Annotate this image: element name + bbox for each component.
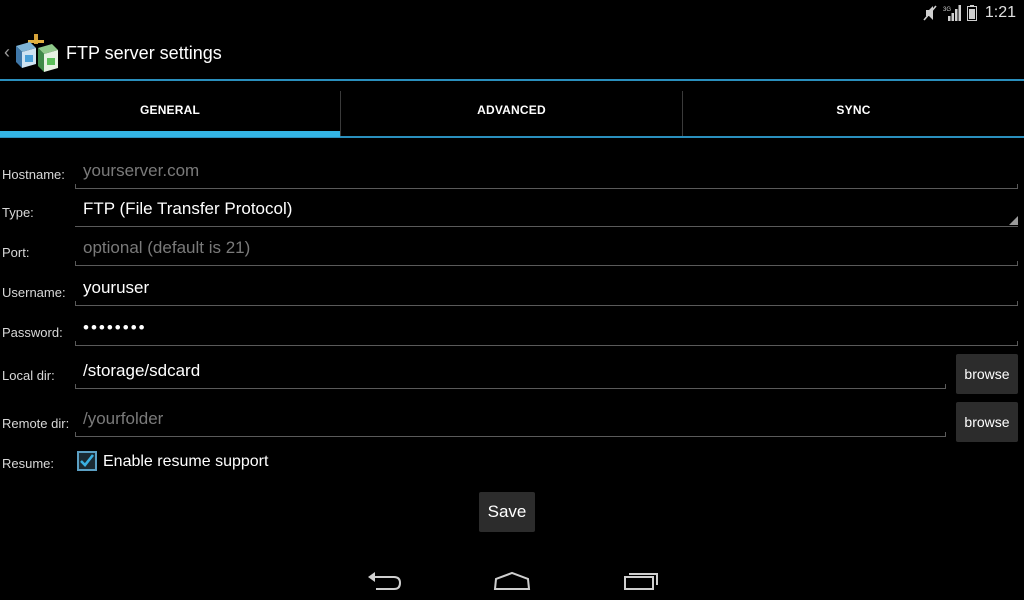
resume-checkbox[interactable]: [77, 451, 97, 471]
field-underline: [1017, 261, 1018, 266]
action-bar: ‹ FTP server settings: [0, 25, 1024, 80]
selected-tab-indicator: [0, 131, 340, 137]
status-bar: 3G 1:21: [0, 0, 1024, 25]
ftp-sync-app-icon[interactable]: [14, 32, 60, 74]
field-underline: [945, 384, 946, 389]
password-value: ••••••••: [83, 318, 147, 337]
status-clock: 1:21: [984, 3, 1016, 21]
field-underline: [75, 188, 1018, 189]
save-button[interactable]: Save: [479, 492, 535, 532]
field-underline: [75, 301, 76, 306]
field-underline: [75, 184, 76, 189]
field-underline: [75, 341, 76, 346]
username-label: Username:: [2, 285, 66, 300]
field-underline: [75, 261, 76, 266]
field-underline: [75, 226, 1018, 227]
type-selected-value: FTP (File Transfer Protocol): [83, 199, 293, 218]
port-input[interactable]: optional (default is 21): [75, 234, 1018, 266]
network-type: 3G: [943, 7, 951, 13]
mute-icon: [923, 4, 937, 21]
remote-dir-browse-button[interactable]: browse: [956, 402, 1018, 442]
hostname-label: Hostname:: [2, 167, 65, 182]
local-dir-browse-button[interactable]: browse: [956, 354, 1018, 394]
field-underline: [1017, 301, 1018, 306]
local-dir-input[interactable]: /storage/sdcard: [75, 357, 946, 389]
spinner-dropdown-icon: [1009, 216, 1018, 225]
navigation-bar: [0, 560, 1024, 600]
remote-dir-input[interactable]: /yourfolder: [75, 405, 946, 437]
field-underline: [75, 432, 76, 437]
field-underline: [75, 384, 76, 389]
field-underline: [1017, 341, 1018, 346]
home-icon[interactable]: [492, 565, 532, 593]
hostname-input[interactable]: yourserver.com: [75, 157, 1018, 189]
field-underline: [75, 265, 1018, 266]
remote-dir-label: Remote dir:: [2, 416, 70, 431]
resume-checkbox-label[interactable]: Enable resume support: [103, 453, 268, 471]
field-underline: [75, 388, 946, 389]
port-placeholder: optional (default is 21): [83, 238, 251, 257]
field-underline: [75, 305, 1018, 306]
signal-icon: 3G: [943, 4, 961, 21]
remote-dir-placeholder: /yourfolder: [83, 409, 164, 428]
status-icons: 3G 1:21: [923, 2, 1016, 23]
username-value: youruser: [83, 278, 150, 297]
back-icon[interactable]: [364, 565, 404, 593]
page-title: FTP server settings: [66, 43, 222, 63]
field-underline: [1017, 184, 1018, 189]
password-label: Password:: [2, 325, 63, 340]
hostname-placeholder: yourserver.com: [83, 161, 200, 180]
tab-sync[interactable]: SYNC: [683, 81, 1024, 139]
up-navigation-chevron-icon[interactable]: ‹: [4, 42, 10, 63]
field-underline: [945, 432, 946, 437]
checkmark-icon: [80, 454, 95, 467]
tab-bar: GENERAL ADVANCED SYNC: [0, 81, 1024, 139]
type-spinner[interactable]: FTP (File Transfer Protocol): [75, 195, 1018, 227]
recent-apps-icon[interactable]: [621, 565, 661, 593]
field-underline: [75, 345, 1018, 346]
tab-advanced[interactable]: ADVANCED: [341, 81, 682, 139]
username-input[interactable]: youruser: [75, 274, 1018, 306]
type-label: Type:: [2, 205, 34, 220]
resume-label: Resume:: [2, 456, 55, 471]
port-label: Port:: [2, 245, 30, 260]
field-underline: [75, 436, 946, 437]
password-input[interactable]: ••••••••: [75, 314, 1018, 346]
local-dir-value: /storage/sdcard: [83, 361, 201, 380]
local-dir-label: Local dir:: [2, 368, 55, 383]
battery-icon: [966, 4, 977, 21]
